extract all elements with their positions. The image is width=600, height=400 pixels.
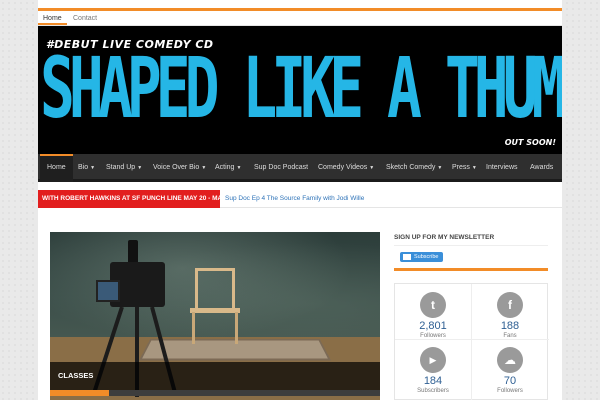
newsletter-title: Sign Up For My Newsletter [394,234,548,246]
camera-screen [96,280,120,302]
social-item-twitter[interactable]: t 2,801 Followers [395,292,471,339]
menu-item-home[interactable]: Home [40,154,73,182]
slide-progress-bar [50,390,380,396]
soundcloud-icon: ☁ [497,347,523,373]
featured-slider[interactable]: Classes [50,232,380,400]
chevron-down-icon: ▼ [369,165,375,171]
envelope-icon [403,254,411,260]
slide-progress-fill [50,390,110,396]
social-divider [395,339,549,340]
chair-image [195,268,235,310]
menu-item-awards[interactable]: Awards [530,154,553,182]
chair-leg [235,312,238,344]
top-nav-home[interactable]: Home [38,13,67,25]
menu-item-label: Interviews [486,164,518,171]
slide-caption[interactable]: Classes [50,362,380,390]
social-count: 184 [423,375,443,387]
menu-item-sketch-comedy[interactable]: Sketch Comedy ▼ [386,154,442,182]
menu-item-label: Voice Over Bio [153,164,200,171]
menu-item-sup-doc-podcast[interactable]: Sup Doc Podcast [254,154,308,182]
top-nav-contact[interactable]: Contact [68,13,102,25]
chevron-down-icon: ▼ [236,165,242,171]
ticker-label[interactable]: With Robert Hawkins at SF Punch Line May… [38,190,235,208]
chevron-down-icon: ▼ [437,165,443,171]
social-counter: t 2,801 Followers f 188 Fans ▶ 184 Subsc… [394,283,549,400]
menu-item-press[interactable]: Press ▼ [452,154,477,182]
banner-subtitle: OUT SOON! [504,138,556,147]
menu-item-stand-up[interactable]: Stand Up ▼ [106,154,142,182]
menu-item-voice-over-bio[interactable]: Voice Over Bio ▼ [153,154,206,182]
subscribe-button[interactable]: Subscribe [400,252,444,262]
menu-item-interviews[interactable]: Interviews [486,154,518,182]
menu-item-label: Awards [530,164,554,171]
header-banner[interactable]: #DEBUT LIVE COMEDY CD SHAPED LIKE A THUM… [38,26,562,154]
chair-leg [192,312,195,344]
social-label: Subscribers [417,388,449,394]
subscribe-button-label: Subscribe [414,254,439,260]
menu-item-label: Home [47,164,66,171]
social-item-soundcloud[interactable]: ☁ 70 Followers [472,347,548,394]
slide-caption-text[interactable]: Classes [58,371,93,380]
social-label: Fans [503,333,517,339]
social-label: Followers [420,333,446,339]
banner-title: SHAPED LIKE A THUMB [40,38,562,138]
social-count: 2,801 [419,320,447,332]
ticker-headline[interactable]: Sup Doc Ep 4 The Source Family with Jodi… [225,190,364,208]
chevron-down-icon: ▼ [471,165,477,171]
menu-item-bio[interactable]: Bio ▼ [78,154,95,182]
chevron-down-icon: ▼ [201,165,207,171]
main-menu: Home Bio ▼ Stand Up ▼ Voice Over Bio ▼ Acti… [38,154,562,182]
menu-item-acting[interactable]: Acting ▼ [215,154,241,182]
social-item-facebook[interactable]: f 188 Fans [472,292,548,339]
social-count: 188 [500,320,520,332]
social-label: Followers [497,388,523,394]
menu-item-label: Bio [78,164,89,171]
menu-item-label: Sup Doc Podcast [254,164,309,171]
menu-item-label: Stand Up [106,164,136,171]
facebook-icon: f [497,292,523,318]
chevron-down-icon: ▼ [137,165,143,171]
top-nav: Home Contact [38,8,562,26]
menu-item-label: Acting [215,164,235,171]
menu-item-comedy-videos[interactable]: Comedy Videos ▼ [318,154,374,182]
menu-item-label: Press [452,164,470,171]
news-ticker: With Robert Hawkins at SF Punch Line May… [38,190,562,208]
menu-item-label: Comedy Videos [318,164,368,171]
camera-microphone [128,240,138,264]
youtube-icon: ▶ [420,347,446,373]
chevron-down-icon: ▼ [90,165,96,171]
chair-seat [190,308,240,313]
widget-divider [394,268,548,271]
menu-item-label: Sketch Comedy [386,164,436,171]
twitter-icon: t [420,292,446,318]
social-count: 70 [503,375,517,387]
social-item-youtube[interactable]: ▶ 184 Subscribers [395,347,471,394]
page: Home Contact #DEBUT LIVE COMEDY CD SHAPE… [38,0,562,400]
